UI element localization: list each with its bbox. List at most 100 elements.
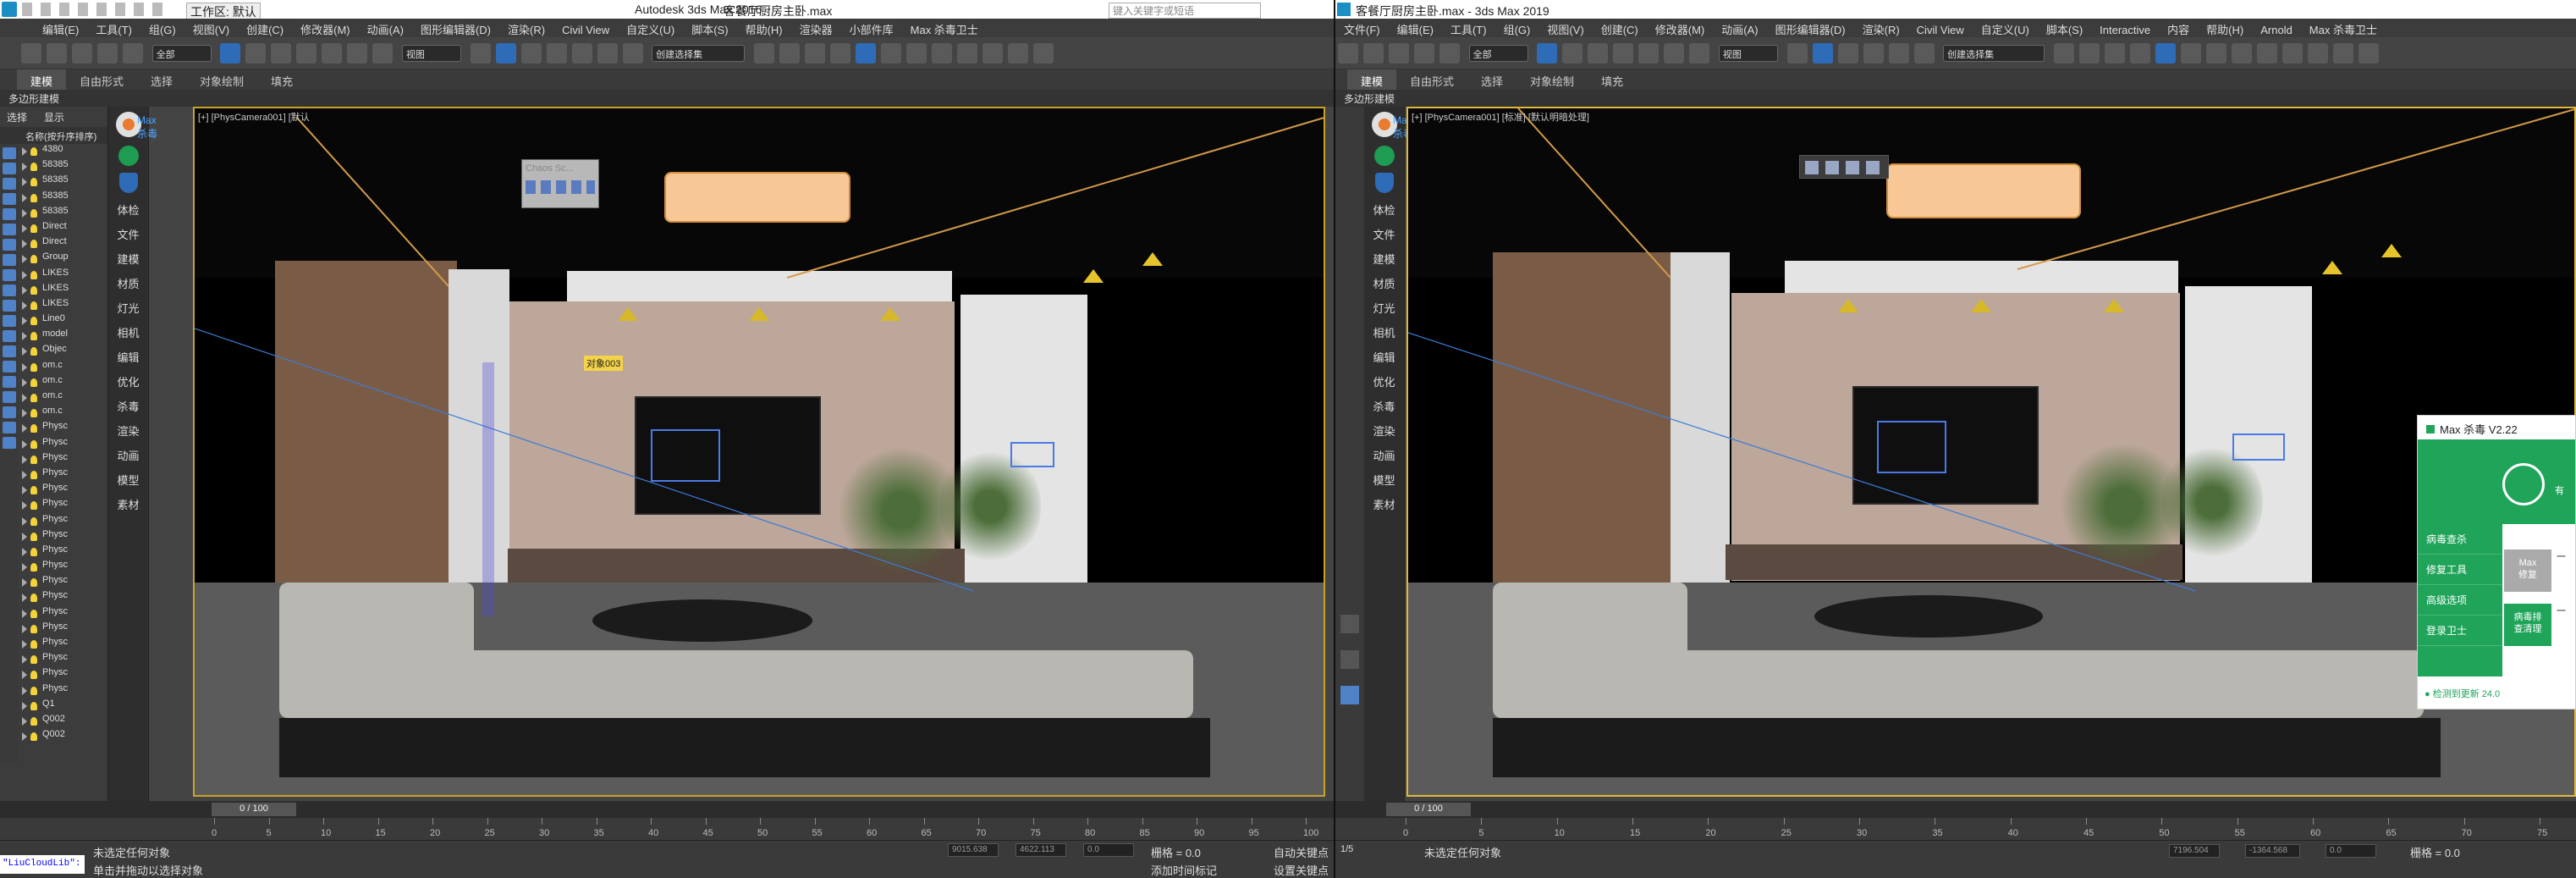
menu-item[interactable]: 动画(A) — [1713, 19, 1766, 37]
scene-list-item[interactable]: Group — [0, 251, 107, 267]
menu-item[interactable]: Max 杀毒卫士 — [902, 19, 987, 37]
redo-icon[interactable] — [47, 43, 67, 64]
light-bulb-icon[interactable] — [30, 516, 37, 526]
pivot-icon[interactable] — [470, 43, 491, 64]
light-bulb-icon[interactable] — [30, 640, 37, 649]
sidebar-item[interactable]: 建模 — [1364, 251, 1404, 267]
expand-icon[interactable] — [22, 208, 27, 218]
tool-slot-icon[interactable] — [1340, 650, 1359, 669]
sidebar-item[interactable]: 动画 — [1364, 447, 1404, 463]
render-frame-icon[interactable] — [2256, 43, 2277, 64]
sidebar-item[interactable]: 编辑 — [1364, 349, 1404, 365]
tab-object-paint[interactable]: 对象绘制 — [186, 69, 257, 92]
tab-modeling[interactable]: 建模 — [1347, 69, 1397, 92]
scene-list-item[interactable]: Q002 — [0, 714, 107, 729]
scene-list-item[interactable]: Physc — [0, 529, 107, 544]
spinner-snap-icon[interactable] — [1913, 43, 1935, 64]
render-icon[interactable] — [982, 43, 1003, 64]
scene-list-item[interactable]: om.c — [0, 375, 107, 390]
expand-icon[interactable] — [22, 470, 27, 479]
expand-icon[interactable] — [22, 501, 27, 511]
expand-icon[interactable] — [22, 655, 27, 665]
scene-list-item[interactable]: LIKES — [0, 268, 107, 283]
menu-item[interactable]: 渲染(R) — [499, 19, 553, 37]
menu-repair-tools[interactable]: 修复工具 — [2418, 555, 2502, 585]
sidebar-item[interactable]: 材质 — [1364, 275, 1404, 291]
menu-item[interactable]: 自定义(U) — [618, 19, 683, 37]
app-logo-icon[interactable] — [2, 2, 17, 17]
menu-item[interactable]: 渲染(R) — [1854, 19, 1908, 37]
light-bulb-icon[interactable] — [30, 486, 37, 495]
expand-icon[interactable] — [22, 285, 27, 295]
light-bulb-icon[interactable] — [30, 178, 37, 187]
app-logo-icon[interactable] — [1337, 3, 1351, 16]
expand-icon[interactable] — [22, 270, 27, 279]
link-icon[interactable] — [72, 43, 92, 64]
light-bulb-icon[interactable] — [30, 362, 37, 372]
render-setup-icon[interactable] — [931, 43, 952, 64]
menu-item[interactable]: Max 杀毒卫士 — [2301, 19, 2386, 37]
menu-item[interactable]: 脚本(S) — [2038, 19, 2091, 37]
sidebar-item[interactable]: 建模 — [108, 251, 148, 267]
rotate-icon[interactable] — [347, 43, 368, 64]
vray-toolbar-icons[interactable] — [1805, 161, 1883, 174]
expand-icon[interactable] — [22, 424, 27, 433]
scene-list-item[interactable]: Physc — [0, 590, 107, 605]
render-cloud-icon[interactable] — [2332, 43, 2353, 64]
light-bulb-icon[interactable] — [30, 240, 37, 249]
light-bulb-icon[interactable] — [30, 439, 37, 449]
percent-snap-icon[interactable] — [571, 43, 592, 64]
scene-list-item[interactable]: Physc — [0, 621, 107, 637]
sidebar-item[interactable]: 模型 — [1364, 472, 1404, 488]
expand-icon[interactable] — [22, 178, 27, 187]
tab-selection[interactable]: 选择 — [137, 69, 186, 92]
render-frame-icon[interactable] — [956, 43, 977, 64]
select-object-icon[interactable] — [220, 43, 241, 64]
select-by-name-icon[interactable] — [245, 43, 267, 64]
light-bulb-icon[interactable] — [30, 347, 37, 356]
expand-icon[interactable] — [22, 563, 27, 572]
menu-item[interactable]: 视图(V) — [184, 19, 238, 37]
select-object-icon[interactable] — [1537, 43, 1558, 64]
menu-item[interactable]: 图形编辑器(D) — [412, 19, 499, 37]
schematic-icon[interactable] — [2180, 43, 2201, 64]
expand-icon[interactable] — [22, 455, 27, 464]
tab-modeling[interactable]: 建模 — [17, 69, 67, 92]
vray-toolbar[interactable]: Chaos Sc... — [521, 159, 599, 208]
sidebar-item[interactable]: 杀毒 — [108, 398, 148, 414]
scene-list-item[interactable]: 58385 — [0, 174, 107, 190]
add-time-tag[interactable]: 添加时间标记 — [1151, 862, 1217, 878]
menu-advanced[interactable]: 高级选项 — [2418, 585, 2502, 616]
render-setup-icon[interactable] — [2231, 43, 2252, 64]
scene-list-item[interactable]: Physc — [0, 483, 107, 498]
light-bulb-icon[interactable] — [30, 716, 37, 726]
sidebar-item[interactable]: 杀毒 — [1364, 398, 1404, 414]
open-explorer-icon[interactable] — [2358, 43, 2379, 64]
scene-list-item[interactable]: 58385 — [0, 159, 107, 174]
manipulate-icon[interactable] — [495, 43, 516, 64]
light-bulb-icon[interactable] — [30, 470, 37, 479]
menu-login-guard[interactable]: 登录卫士 — [2418, 616, 2502, 646]
x-coordinate[interactable]: 9015.638 — [948, 843, 999, 857]
rect-selection-icon[interactable] — [271, 43, 292, 64]
menu-item[interactable]: 动画(A) — [359, 19, 412, 37]
sidebar-item[interactable]: 素材 — [108, 496, 148, 512]
light-bulb-icon[interactable] — [30, 394, 37, 402]
expand-icon[interactable] — [22, 624, 27, 633]
named-selection-dropdown[interactable]: 创建选择集 — [1943, 45, 2045, 62]
expand-icon[interactable] — [22, 163, 27, 172]
vray-toolbar-icons[interactable] — [526, 180, 595, 194]
scene-list-item[interactable]: Physc — [0, 467, 107, 483]
menu-item[interactable]: 编辑(E) — [34, 19, 87, 37]
viewport-label[interactable]: [+] [PhysCamera001] [默认 — [198, 110, 310, 124]
time-slider[interactable]: 0 / 100 — [212, 803, 296, 816]
sidebar-item[interactable]: 优化 — [108, 373, 148, 389]
light-bulb-icon[interactable] — [30, 455, 37, 464]
shield-icon[interactable] — [118, 173, 138, 193]
menu-item[interactable]: Civil View — [553, 21, 618, 37]
expand-icon[interactable] — [22, 317, 27, 326]
redo-icon[interactable] — [1363, 43, 1384, 64]
rect-selection-icon[interactable] — [1588, 43, 1609, 64]
expand-icon[interactable] — [22, 686, 27, 695]
scene-list-item[interactable]: Physc — [0, 452, 107, 467]
